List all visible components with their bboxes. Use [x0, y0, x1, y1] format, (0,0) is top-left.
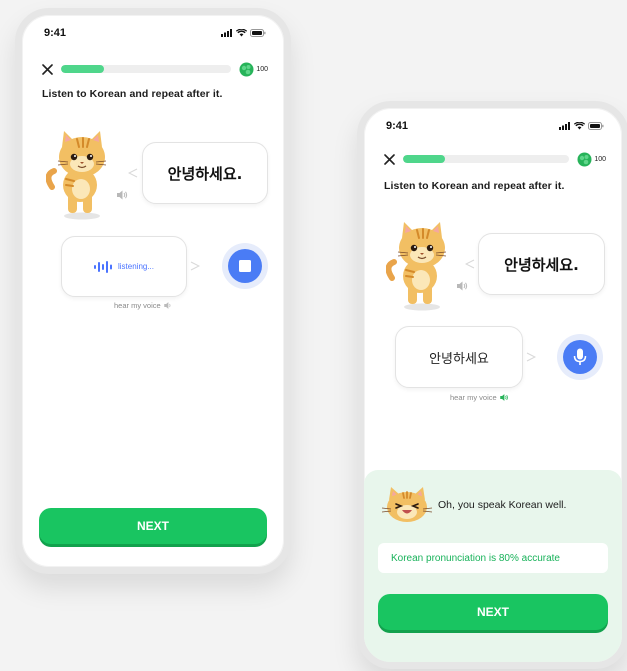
prompt-text: 안녕하세요. — [504, 255, 579, 274]
status-icons — [559, 122, 604, 130]
points-coin-icon — [239, 62, 254, 76]
bubble-pointer-icon — [190, 261, 200, 271]
instruction-text: Listen to Korean and repeat after it. — [42, 88, 223, 100]
prompt-bubble: 안녕하세요. — [142, 142, 268, 204]
status-time: 9:41 — [386, 120, 409, 132]
speaker-icon — [163, 302, 171, 309]
user-transcript: 안녕하세요 — [429, 351, 489, 367]
wifi-icon — [574, 122, 585, 130]
status-icons — [221, 29, 266, 37]
user-response-bubble: 안녕하세요 — [395, 326, 523, 388]
status-time: 9:41 — [44, 27, 67, 39]
lesson-progress-fill — [403, 155, 445, 163]
points-coin-icon — [577, 152, 592, 166]
hear-my-voice-label: hear my voice — [114, 301, 161, 310]
cat-mascot-icon — [46, 131, 107, 220]
status-bar: 9:41 — [386, 119, 604, 133]
feedback-message: Oh, you speak Korean well. — [438, 499, 567, 511]
accuracy-result: Korean pronunciation is 80% accurate — [378, 543, 608, 573]
bubble-pointer-icon — [465, 259, 475, 269]
lesson-progress-fill — [61, 65, 104, 73]
lesson-progress-bar — [403, 155, 570, 163]
next-button[interactable]: NEXT — [39, 508, 267, 544]
microphone-button[interactable] — [557, 334, 603, 380]
prompt-bubble: 안녕하세요. — [478, 233, 605, 295]
bubble-pointer-icon — [526, 352, 536, 362]
status-bar: 9:41 — [44, 26, 266, 40]
speaker-icon[interactable] — [456, 280, 468, 292]
close-icon[interactable] — [382, 152, 396, 166]
microphone-icon — [573, 348, 587, 365]
feedback-message-row: Oh, you speak Korean well. — [382, 486, 566, 524]
stop-icon — [239, 260, 251, 272]
battery-icon — [250, 29, 266, 37]
voice-wave-icon — [93, 260, 112, 273]
lesson-header: 100 — [382, 149, 606, 169]
wifi-icon — [236, 29, 247, 37]
hear-my-voice-link[interactable]: hear my voice — [114, 301, 173, 310]
speaker-icon[interactable] — [116, 189, 128, 201]
user-response-bubble: listening... — [61, 236, 187, 297]
phone-listening-screen: 9:41 100 Listen to Korean and repeat aft… — [15, 8, 291, 574]
happy-cat-icon — [382, 487, 432, 522]
battery-icon — [588, 122, 604, 130]
bubble-pointer-icon — [128, 168, 138, 178]
points-badge: 100 — [577, 152, 606, 167]
speaker-icon — [499, 394, 508, 401]
signal-icon — [221, 29, 232, 37]
close-icon[interactable] — [40, 62, 54, 76]
instruction-text: Listen to Korean and repeat after it. — [384, 180, 565, 192]
next-button[interactable]: NEXT — [378, 594, 608, 630]
phone-result-screen: 9:41 100 Listen to Korean and repeat aft… — [357, 101, 627, 669]
prompt-text: 안녕하세요. — [167, 164, 243, 183]
lesson-header: 100 — [40, 59, 268, 79]
points-badge: 100 — [239, 62, 268, 77]
stop-recording-button[interactable] — [222, 243, 268, 289]
signal-icon — [559, 122, 570, 130]
hear-my-voice-link[interactable]: hear my voice — [450, 393, 509, 402]
feedback-panel: Oh, you speak Korean well. Korean pronun… — [364, 470, 622, 662]
lesson-progress-bar — [61, 65, 232, 73]
hear-my-voice-label: hear my voice — [450, 393, 497, 402]
points-value: 100 — [594, 155, 606, 163]
points-value: 100 — [256, 65, 268, 73]
listening-status: listening... — [117, 262, 155, 271]
cat-mascot-icon — [386, 222, 447, 311]
